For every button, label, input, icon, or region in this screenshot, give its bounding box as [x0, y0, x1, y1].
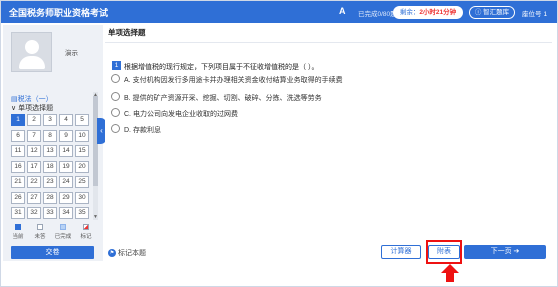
- question-number-cell[interactable]: 2: [27, 114, 41, 126]
- question-number-cell[interactable]: 14: [59, 145, 73, 157]
- section-label: 单项选择题: [18, 105, 54, 112]
- question-number-cell[interactable]: 31: [11, 207, 25, 219]
- question-type-title: 单项选择题: [108, 28, 146, 37]
- question-number-cell[interactable]: 33: [43, 207, 57, 219]
- legend-current-label: 当前: [12, 234, 24, 240]
- candidate-name: 演示: [65, 50, 78, 57]
- question-number-cell[interactable]: 34: [59, 207, 73, 219]
- timer-label: 剩余：: [399, 9, 420, 16]
- question-number-cell[interactable]: 6: [11, 129, 25, 142]
- timer: 剩余：2小时21分钟: [393, 6, 463, 19]
- divider: [105, 42, 552, 43]
- highlight-box: [426, 240, 462, 264]
- radio-a[interactable]: [111, 74, 120, 83]
- question-number-cell[interactable]: 35: [75, 207, 89, 219]
- question-number-cell[interactable]: 8: [43, 129, 57, 142]
- seat-value: 1: [543, 11, 548, 18]
- question-number-cell[interactable]: 1: [11, 114, 25, 126]
- top-bar: 全国税务师职业资格考试 A 已完成0/80题 剩余：2小时21分钟 ⓘ 智汇题库…: [1, 1, 557, 23]
- seat-number: 座位号 1: [522, 8, 547, 18]
- radio-d[interactable]: [111, 124, 120, 133]
- question-bank-button[interactable]: ⓘ 智汇题库: [469, 6, 515, 19]
- seat-label: 座位号: [522, 11, 542, 18]
- question-number-cell[interactable]: 26: [11, 191, 25, 204]
- question-number-cell[interactable]: 17: [27, 160, 41, 173]
- option-a-label: A.: [124, 77, 131, 84]
- question-number-cell[interactable]: 32: [27, 207, 41, 219]
- question-text: 根据增值税的现行规定，下列项目属于不征收增值税的是（ ）。: [124, 64, 319, 71]
- mark-question-button[interactable]: ⚑ 标记本题: [108, 248, 146, 258]
- question-number-badge: 1: [112, 61, 121, 70]
- legend-current-swatch: [15, 224, 21, 230]
- question-number-cell[interactable]: 16: [11, 160, 25, 173]
- question-number-cell[interactable]: 22: [27, 176, 41, 188]
- question-number-cell[interactable]: 15: [75, 145, 89, 157]
- question-number-cell[interactable]: 5: [75, 114, 89, 126]
- option-c-text: 电力公司向发电企业收取的过网费: [132, 111, 238, 118]
- option-a-text: 支付机构因发行多用途卡并办理相关资金收付结算业务取得的手续费: [132, 77, 343, 84]
- question-number-cell[interactable]: 30: [75, 191, 89, 204]
- legend-completed-swatch: [60, 224, 66, 230]
- submit-exam-button[interactable]: 交卷: [11, 246, 94, 259]
- question-number-cell[interactable]: 9: [59, 129, 73, 142]
- option-d-text: 存款利息: [132, 127, 161, 134]
- avatar: [11, 32, 52, 72]
- question-number-cell[interactable]: 24: [59, 176, 73, 188]
- mark-question-label: 标记本题: [118, 250, 146, 257]
- question-bank-label: 智汇题库: [483, 9, 510, 16]
- timer-value: 2小时21分钟: [419, 9, 457, 16]
- question-number-cell[interactable]: 4: [59, 114, 73, 126]
- option-b-text: 提供的矿产资源开采、挖掘、切割、破碎、分拣、洗选等劳务: [132, 95, 322, 102]
- legend-unanswered-label: 未答: [34, 234, 46, 240]
- legend-unanswered: 未答: [30, 224, 50, 240]
- option-c-label: C.: [124, 111, 131, 118]
- sidebar-scrollbar[interactable]: ▲ ▼: [93, 92, 98, 220]
- option-b-label: B.: [124, 95, 131, 102]
- subject-label: 税法（一）: [17, 96, 53, 103]
- legend-unanswered-swatch: [37, 224, 43, 230]
- legend-completed-label: 已完成: [54, 234, 72, 240]
- question-number-cell[interactable]: 19: [59, 160, 73, 173]
- radio-b[interactable]: [111, 92, 120, 101]
- radio-c[interactable]: [111, 108, 120, 117]
- legend-marked-swatch: [83, 224, 89, 230]
- next-page-button[interactable]: 下一页 ➔: [464, 245, 546, 259]
- scroll-down-icon[interactable]: ▼: [93, 214, 98, 220]
- chevron-left-icon: ‹: [100, 126, 103, 135]
- question-number-cell[interactable]: 23: [43, 176, 57, 188]
- legend-marked-label: 标记: [80, 234, 92, 240]
- legend-marked: 标记: [76, 224, 96, 240]
- question-number-cell[interactable]: 11: [11, 145, 25, 157]
- flag-icon: ⚑: [108, 249, 116, 258]
- question-number-cell[interactable]: 27: [27, 191, 41, 204]
- question-number-cell[interactable]: 21: [11, 176, 25, 188]
- pointer-arrow-icon: [441, 264, 459, 282]
- question-panel: [105, 25, 552, 261]
- calculator-button[interactable]: 计算器: [381, 245, 421, 259]
- avatar-body: [19, 56, 45, 69]
- next-page-label: 下一页: [490, 248, 512, 255]
- legend-current: 当前: [8, 224, 28, 240]
- legend-completed: 已完成: [53, 224, 73, 240]
- question-number-cell[interactable]: 13: [43, 145, 57, 157]
- font-size-icon[interactable]: A: [339, 6, 346, 16]
- document-icon: ▤: [11, 96, 18, 103]
- pointer-arrow-shape: [441, 264, 459, 282]
- question-number-cell[interactable]: 12: [27, 145, 41, 157]
- question-number-cell[interactable]: 7: [27, 129, 41, 142]
- question-number-cell[interactable]: 28: [43, 191, 57, 204]
- section-toggle[interactable]: ∨ 单项选择题: [11, 103, 53, 113]
- question-number-cell[interactable]: 20: [75, 160, 89, 173]
- answered-count: 已完成0/80题: [358, 11, 397, 18]
- exam-title: 全国税务师职业资格考试: [9, 8, 109, 18]
- question-number-cell[interactable]: 29: [59, 191, 73, 204]
- avatar-head: [25, 40, 39, 54]
- option-d-label: D.: [124, 127, 131, 134]
- question-number-cell[interactable]: 25: [75, 176, 89, 188]
- question-number-cell[interactable]: 10: [75, 129, 89, 142]
- question-number-cell[interactable]: 3: [43, 114, 57, 126]
- arrow-right-circle-icon: ➔: [513, 248, 520, 255]
- question-number-cell[interactable]: 18: [43, 160, 57, 173]
